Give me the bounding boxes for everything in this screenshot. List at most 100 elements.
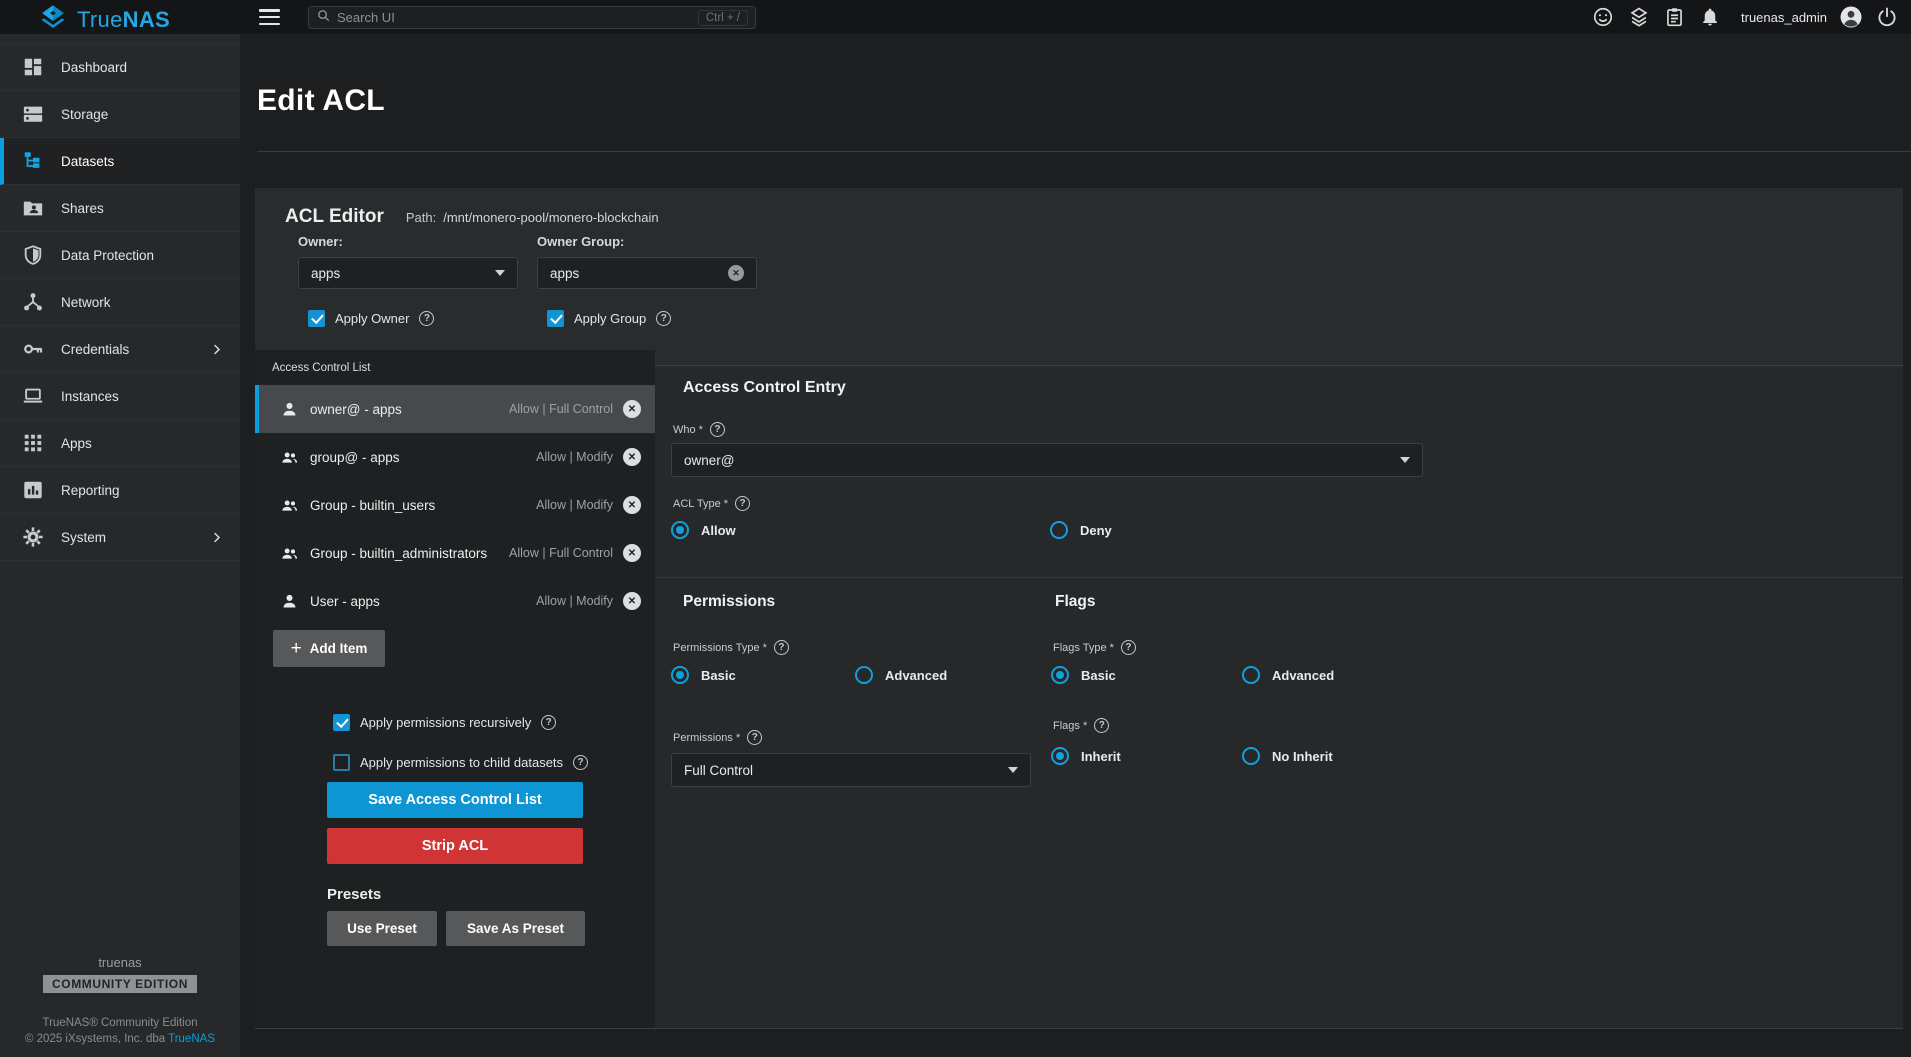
radio-label: Allow: [701, 523, 736, 538]
help-icon[interactable]: [710, 422, 725, 437]
apply-owner-checkbox[interactable]: [308, 310, 325, 327]
sidebar-item-storage[interactable]: Storage: [0, 91, 240, 138]
sidebar-item-network[interactable]: Network: [0, 279, 240, 326]
radio-permissions-advanced[interactable]: Advanced: [855, 666, 947, 684]
help-icon[interactable]: [573, 755, 588, 770]
permissions-type-label: Permissions Type *: [673, 642, 767, 654]
add-item-button[interactable]: Add Item: [273, 630, 385, 667]
help-icon[interactable]: [774, 640, 789, 655]
path-label: Path:: [406, 210, 436, 225]
help-icon[interactable]: [1094, 718, 1109, 733]
help-icon[interactable]: [656, 311, 671, 326]
owner-group-label: Owner Group:: [537, 234, 757, 249]
menu-toggle-button[interactable]: [259, 9, 280, 25]
remove-entry-icon[interactable]: [623, 544, 641, 562]
owner-group-input[interactable]: apps: [537, 257, 757, 289]
who-select[interactable]: owner@: [671, 443, 1423, 477]
acl-row-owner[interactable]: owner@ - apps Allow | Full Control: [255, 385, 655, 433]
use-preset-button[interactable]: Use Preset: [327, 911, 437, 946]
chevron-down-icon: [495, 270, 505, 276]
search-input[interactable]: [337, 10, 692, 25]
apply-recursively-checkbox[interactable]: [333, 714, 350, 731]
plus-icon: [291, 638, 302, 660]
alerts-bell-icon[interactable]: [1700, 6, 1722, 28]
logged-in-username[interactable]: truenas_admin: [1741, 10, 1827, 25]
help-icon[interactable]: [747, 730, 762, 745]
owner-select[interactable]: apps: [298, 257, 518, 289]
apply-child-datasets-row: Apply permissions to child datasets: [333, 754, 588, 771]
power-icon[interactable]: [1876, 6, 1898, 28]
save-acl-button[interactable]: Save Access Control List: [327, 782, 583, 818]
radio-deny[interactable]: Deny: [1050, 521, 1112, 539]
radio-flags-advanced[interactable]: Advanced: [1242, 666, 1334, 684]
apply-group-checkbox[interactable]: [547, 310, 564, 327]
help-icon[interactable]: [541, 715, 556, 730]
community-edition-badge: COMMUNITY EDITION: [43, 975, 197, 993]
who-label: Who *: [673, 424, 703, 436]
help-icon[interactable]: [735, 496, 750, 511]
sidebar-item-label: Shares: [61, 201, 104, 216]
acl-list-title: Access Control List: [272, 362, 370, 374]
acl-row-name: Group - builtin_users: [310, 498, 536, 513]
acl-row-user-apps[interactable]: User - apps Allow | Modify: [255, 577, 655, 625]
owner-group-field-group: Owner Group: apps: [537, 234, 757, 289]
acl-row-builtin-administrators[interactable]: Group - builtin_administrators Allow | F…: [255, 529, 655, 577]
sidebar-item-label: Datasets: [61, 154, 114, 169]
acl-row-group[interactable]: group@ - apps Allow | Modify: [255, 433, 655, 481]
strip-acl-button[interactable]: Strip ACL: [327, 828, 583, 864]
acl-row-name: group@ - apps: [310, 450, 536, 465]
owner-field-group: Owner: apps: [298, 234, 518, 289]
group-icon: [280, 544, 299, 563]
radio-flags-inherit[interactable]: Inherit: [1051, 747, 1121, 765]
group-icon: [280, 496, 299, 515]
jobs-clipboard-icon[interactable]: [1664, 6, 1686, 28]
radio-allow[interactable]: Allow: [671, 521, 736, 539]
sidebar-item-label: Storage: [61, 107, 108, 122]
radio-label: Advanced: [885, 668, 947, 683]
save-as-preset-button[interactable]: Save As Preset: [446, 911, 585, 946]
acl-editor-title: ACL Editor: [285, 206, 384, 228]
radio-label: No Inherit: [1272, 749, 1333, 764]
radio-button: [1242, 747, 1260, 765]
permissions-label-row: Permissions *: [673, 730, 762, 745]
flags-label-row: Flags *: [1053, 718, 1109, 733]
acl-row-builtin-users[interactable]: Group - builtin_users Allow | Modify: [255, 481, 655, 529]
help-icon[interactable]: [1121, 640, 1136, 655]
permissions-select[interactable]: Full Control: [671, 753, 1031, 787]
who-label-row: Who *: [673, 422, 725, 437]
sidebar-item-reporting[interactable]: Reporting: [0, 467, 240, 514]
sidebar-item-datasets[interactable]: Datasets: [0, 138, 240, 185]
truecommand-icon[interactable]: [1628, 6, 1650, 28]
remove-entry-icon[interactable]: [623, 592, 641, 610]
sidebar-item-shares[interactable]: Shares: [0, 185, 240, 232]
remove-entry-icon[interactable]: [623, 400, 641, 418]
sidebar-item-credentials[interactable]: Credentials: [0, 326, 240, 373]
page-title: Edit ACL: [257, 84, 385, 118]
sidebar-item-apps[interactable]: Apps: [0, 420, 240, 467]
sidebar-item-dashboard[interactable]: Dashboard: [0, 44, 240, 91]
apply-child-datasets-checkbox[interactable]: [333, 754, 350, 771]
acl-row-rule: Allow | Modify: [536, 498, 613, 512]
sidebar-item-data-protection[interactable]: Data Protection: [0, 232, 240, 279]
help-icon[interactable]: [419, 311, 434, 326]
radio-permissions-basic[interactable]: Basic: [671, 666, 736, 684]
feedback-smiley-icon[interactable]: [1592, 6, 1614, 28]
truenas-logo[interactable]: TrueNAS: [38, 3, 170, 36]
acl-type-label: ACL Type *: [673, 498, 728, 510]
remove-entry-icon[interactable]: [623, 496, 641, 514]
apps-grid-icon: [22, 432, 44, 454]
sidebar-item-instances[interactable]: Instances: [0, 373, 240, 420]
radio-flags-no-inherit[interactable]: No Inherit: [1242, 747, 1333, 765]
topbar: TrueNAS Ctrl + / truenas_admin: [0, 0, 1911, 34]
radio-button: [1051, 747, 1069, 765]
radio-label: Deny: [1080, 523, 1112, 538]
remove-entry-icon[interactable]: [623, 448, 641, 466]
sidebar-item-system[interactable]: System: [0, 514, 240, 561]
storage-icon: [22, 103, 44, 125]
acl-list-panel: Access Control List owner@ - apps Allow …: [255, 350, 655, 1028]
user-avatar[interactable]: [1839, 5, 1861, 27]
truenas-footer-link[interactable]: TrueNAS: [168, 1033, 215, 1045]
chevron-down-icon: [1008, 767, 1018, 773]
clear-icon[interactable]: [728, 265, 744, 281]
radio-flags-basic[interactable]: Basic: [1051, 666, 1116, 684]
